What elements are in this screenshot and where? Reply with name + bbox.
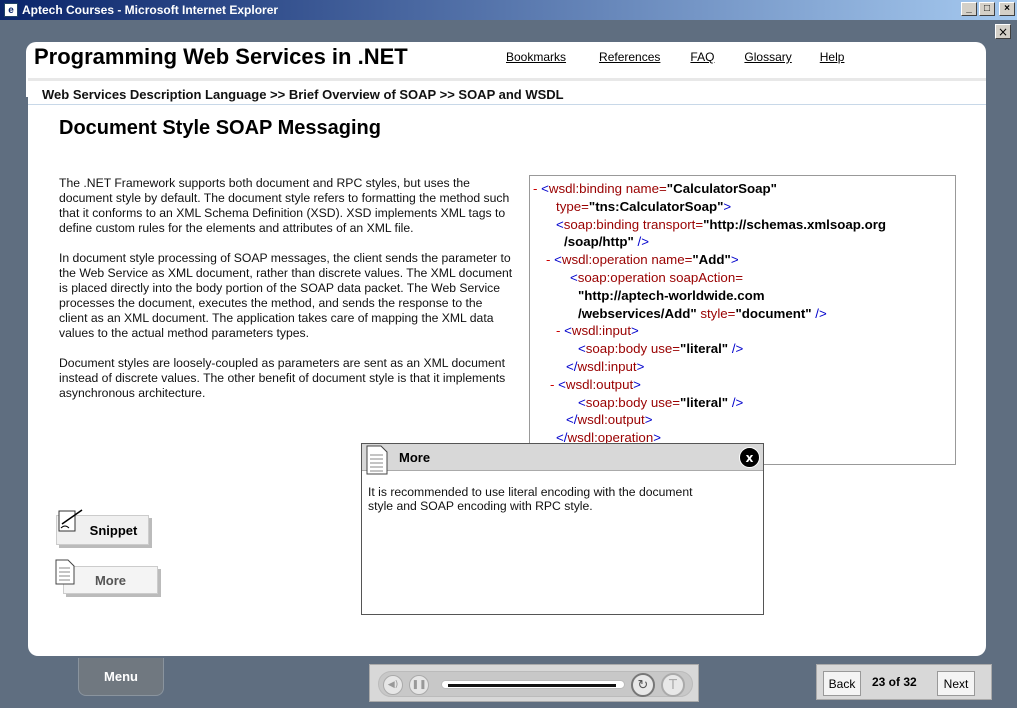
- popup-close-icon[interactable]: x: [739, 447, 760, 468]
- nav-faq[interactable]: FAQ: [690, 50, 714, 64]
- media-player: ◀) ❚❚ ↻ T: [369, 664, 699, 702]
- ie-app-icon: e: [4, 3, 18, 17]
- course-close-button[interactable]: ×: [995, 24, 1011, 39]
- top-nav: Bookmarks References FAQ Glossary Help: [506, 50, 844, 64]
- course-title: Programming Web Services in .NET: [34, 44, 408, 69]
- menu-button[interactable]: Menu: [78, 658, 164, 696]
- breadcrumb-bar: Web Services Description Language >> Bri…: [28, 78, 986, 106]
- snippet-pen-icon: [58, 509, 83, 532]
- paragraph: The .NET Framework supports both documen…: [59, 176, 510, 235]
- progress-track[interactable]: [441, 680, 625, 689]
- page-counter: 23 of 32: [872, 675, 917, 689]
- window-close-button[interactable]: ×: [999, 2, 1015, 16]
- more-label: More: [94, 572, 127, 588]
- nav-references[interactable]: References: [599, 50, 660, 64]
- code-line: type="tns:CalculatorSoap">: [556, 198, 732, 214]
- code-line: <soap:binding transport="http://schemas.…: [556, 216, 887, 232]
- code-line: </wsdl:input>: [566, 358, 645, 374]
- progress-fill: [448, 684, 616, 687]
- code-line: /webservices/Add" style="document" />: [578, 305, 827, 321]
- window-titlebar: e Aptech Courses - Microsoft Internet Ex…: [0, 0, 1017, 20]
- code-line: </wsdl:output>: [566, 412, 653, 428]
- popup-title: More: [399, 450, 431, 465]
- body-text: The .NET Framework supports both documen…: [59, 176, 514, 416]
- code-line: - <wsdl:input>: [556, 323, 639, 339]
- nav-help[interactable]: Help: [820, 50, 845, 64]
- code-line: <soap:body use="literal" />: [578, 341, 744, 357]
- code-line: - <wsdl:output>: [550, 376, 641, 392]
- code-line: "http://aptech-worldwide.com: [578, 287, 765, 303]
- volume-icon[interactable]: ◀): [383, 675, 403, 695]
- code-line: - <wsdl:operation name="Add">: [546, 252, 739, 268]
- nav-glossary[interactable]: Glossary: [744, 50, 791, 64]
- document-icon: [366, 445, 388, 475]
- page-title: Document Style SOAP Messaging: [59, 117, 381, 139]
- code-line: - <wsdl:binding name="CalculatorSoap": [533, 181, 777, 196]
- paragraph: In document style processing of SOAP mes…: [59, 251, 513, 340]
- wsdl-code-box[interactable]: - <wsdl:binding name="CalculatorSoap" ty…: [529, 175, 956, 465]
- text-toggle-icon[interactable]: T: [661, 673, 685, 697]
- code-line: <soap:operation soapAction=: [570, 269, 743, 285]
- minimize-button[interactable]: _: [961, 2, 977, 16]
- nav-bookmarks[interactable]: Bookmarks: [506, 50, 566, 64]
- player-controls: ◀) ❚❚ ↻ T: [378, 671, 693, 697]
- menu-label: Menu: [104, 669, 138, 684]
- page-navigation: Back 23 of 32 Next: [816, 664, 992, 700]
- replay-icon[interactable]: ↻: [631, 673, 655, 697]
- popup-header: More x: [362, 444, 763, 475]
- pause-icon[interactable]: ❚❚: [409, 675, 429, 695]
- breadcrumb: Web Services Description Language >> Bri…: [42, 87, 564, 102]
- back-button[interactable]: Back: [823, 671, 861, 696]
- popup-body: It is recommended to use literal encodin…: [368, 485, 693, 513]
- window-title: Aptech Courses - Microsoft Internet Expl…: [22, 3, 279, 17]
- next-button[interactable]: Next: [937, 671, 975, 696]
- snippet-label: Snippet: [89, 522, 138, 538]
- paragraph: Document styles are loosely-coupled as p…: [59, 356, 506, 400]
- document-icon: [55, 559, 75, 585]
- maximize-button[interactable]: □: [979, 2, 995, 16]
- code-line: <soap:body use="literal" />: [578, 394, 744, 410]
- more-button[interactable]: More: [63, 566, 158, 594]
- more-popup: More x It is recommended to use literal …: [361, 443, 764, 615]
- code-line: /soap/http" />: [564, 234, 649, 250]
